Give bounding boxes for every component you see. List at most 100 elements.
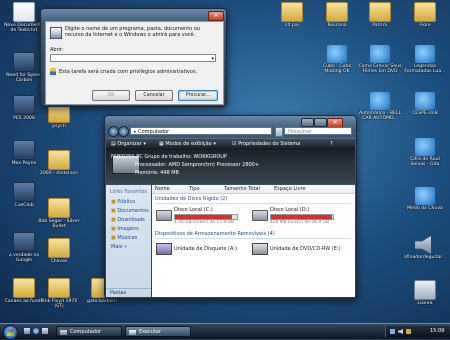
folder-icon bbox=[48, 198, 70, 218]
minimize-button[interactable] bbox=[301, 118, 314, 127]
drive-c[interactable]: Disco Local (C:) 1,35 GB livre(s) de 17,… bbox=[156, 207, 244, 227]
speaker-icon bbox=[415, 236, 431, 254]
drive-a-name: Unidade de Disquete (A:) bbox=[174, 246, 237, 252]
tray-app-icon[interactable] bbox=[406, 329, 411, 334]
internet-shortcut-icon bbox=[415, 138, 435, 156]
favorite-item-documentos[interactable]: ■ Documentos bbox=[111, 208, 149, 214]
chevron-right-icon: » bbox=[123, 244, 128, 250]
navigation-pane: Links Favoritos ■ Público ■ Documentos ■… bbox=[106, 185, 151, 297]
system-properties-button[interactable]: ☑ Propriedades do Sistema bbox=[232, 141, 300, 147]
desktop-icon-rossana[interactable]: Rossana bbox=[315, 2, 359, 28]
desktop-icon-bell-car[interactable]: Automático - BELL CAR AUTOMO... bbox=[358, 92, 402, 122]
group-divider bbox=[155, 203, 351, 204]
volume-icon[interactable] bbox=[398, 329, 403, 334]
run-dialog: ✕ Digite o nome de um programa, pasta, d… bbox=[40, 8, 227, 107]
browse-button[interactable]: Procurar... bbox=[178, 90, 218, 101]
open-label: Abrir: bbox=[50, 47, 64, 53]
desktop-icon-anderson[interactable]: 2000 - Anderson bbox=[37, 150, 81, 176]
run-dialog-body: Digite o nome de um programa, pasta, doc… bbox=[45, 21, 224, 105]
network-icon[interactable] bbox=[390, 329, 395, 334]
switch-windows-icon[interactable] bbox=[42, 328, 48, 334]
forward-button[interactable]: › bbox=[118, 126, 129, 137]
favorite-item-publico[interactable]: ■ Público bbox=[111, 199, 135, 205]
search-input[interactable]: Pesquisar bbox=[284, 127, 352, 135]
desktop-icon-pink-floyd[interactable]: Pink Floyd 1970 (ST) bbox=[37, 278, 81, 310]
taskbar-button-computador[interactable]: Computador bbox=[56, 326, 122, 337]
desktop-icon-cubo[interactable]: Cubo - Cubo Missing OK bbox=[315, 45, 359, 75]
folder-icon bbox=[13, 278, 35, 298]
drive-d-name: Disco Local (D:) bbox=[270, 207, 310, 213]
desktop-icon-afinador[interactable]: afinadordeguitar... bbox=[403, 236, 447, 260]
maximize-button[interactable] bbox=[314, 118, 327, 127]
address-text: Computador bbox=[138, 129, 170, 135]
drive-c-info: 1,35 GB livre(s) de 17,9 GB bbox=[174, 220, 235, 225]
desktop-icon-raul-seixas[interactable]: Cifra de Raul Seixas - Gita bbox=[403, 138, 447, 168]
favorite-item-musicas[interactable]: ■ Músicas bbox=[111, 235, 137, 241]
close-button[interactable]: ✕ bbox=[208, 11, 224, 21]
desktop-icon-chaves[interactable]: Chaves bbox=[37, 238, 81, 264]
internet-shortcut-icon bbox=[370, 92, 390, 110]
desktop-icon-legendas[interactable]: Legendas Formatadas Lua... bbox=[403, 45, 447, 75]
admin-note: Esta tarefa será criada com privilégios … bbox=[59, 69, 198, 75]
drive-e-name: Unidade de DVD/CD-RW (E:) bbox=[270, 246, 341, 252]
command-bar: ▤ Organizar ▾ ▦ Modos de exibição ▾ ☑ Pr… bbox=[106, 138, 355, 150]
internet-shortcut-icon bbox=[327, 45, 347, 63]
desktop-icon-lixeira[interactable]: Lixeira bbox=[403, 280, 447, 306]
desktop-icon-cd-pai[interactable]: cd pai bbox=[270, 2, 314, 28]
desktop-icon-cespe[interactable]: CESPE-UnB bbox=[403, 92, 447, 116]
ok-button[interactable]: OK bbox=[92, 90, 130, 101]
chevron-down-icon[interactable]: ▾ bbox=[211, 55, 214, 63]
run-description: Digite o nome de um programa, pasta, doc… bbox=[65, 26, 201, 38]
address-bar[interactable]: ▸ Computador bbox=[130, 127, 272, 135]
ie-quick-launch-icon[interactable] bbox=[33, 328, 39, 334]
drive-d-info: 426 MB livre(s) de 56,9 GB bbox=[270, 220, 329, 225]
clock[interactable]: 15:09 bbox=[430, 328, 444, 334]
column-total-size[interactable]: Tamanho Total bbox=[224, 186, 260, 192]
favorite-item-imagens[interactable]: ■ Imagens bbox=[111, 226, 139, 232]
memory-info: Memória: 448 MB bbox=[135, 170, 179, 176]
drive-c-name: Disco Local (C:) bbox=[174, 207, 213, 213]
internet-shortcut-icon bbox=[415, 187, 435, 205]
organize-menu[interactable]: ▤ Organizar ▾ bbox=[111, 141, 146, 147]
drive-e[interactable]: Unidade de DVD/CD-RW (E:) bbox=[252, 242, 352, 256]
views-menu[interactable]: ▦ Modos de exibição ▾ bbox=[159, 141, 216, 147]
hdd-group-header[interactable]: Unidades de Disco Rígido (2) bbox=[155, 196, 227, 202]
show-desktop-icon[interactable] bbox=[24, 328, 30, 334]
drive-a[interactable]: Unidade de Disquete (A:) bbox=[156, 242, 246, 256]
drive-d[interactable]: Disco Local (D:) 426 MB livre(s) de 56,9… bbox=[252, 207, 352, 227]
favorite-item-downloads[interactable]: ■ Downloads bbox=[111, 217, 145, 223]
taskbar: Computador Executar 15:09 bbox=[0, 323, 450, 340]
recycle-bin-icon bbox=[414, 280, 436, 300]
internet-shortcut-icon bbox=[370, 45, 390, 63]
text-file-icon bbox=[13, 2, 35, 22]
desktop-icon-medo-chuva[interactable]: Medo da Chuva bbox=[403, 187, 447, 211]
desktop-icon-flore[interactable]: Flore bbox=[403, 2, 447, 28]
internet-shortcut-icon bbox=[415, 45, 435, 63]
help-button[interactable]: ? bbox=[330, 141, 333, 147]
game-icon bbox=[13, 140, 35, 160]
cancel-button[interactable]: Cancelar bbox=[135, 90, 173, 101]
desktop-icon-bob-seger[interactable]: Bob Seger - Silver Bullet bbox=[37, 198, 81, 230]
game-icon bbox=[13, 52, 35, 72]
folder-icon bbox=[414, 2, 436, 22]
removable-group-header[interactable]: Dispositivos de Armazenamento Removíveis… bbox=[155, 231, 275, 237]
folder-icon bbox=[48, 150, 70, 170]
system-tray: 15:09 bbox=[385, 326, 449, 337]
folders-toggle[interactable]: Pastas bbox=[106, 288, 151, 297]
processor-info: Processador: AMD Sempron(tm) Processor 2… bbox=[135, 162, 260, 168]
desktop-icon-gravar-dvd[interactable]: Como Gravar Seus Filmes Em DVD bbox=[358, 45, 402, 75]
open-field[interactable]: ▾ bbox=[50, 54, 216, 62]
column-free-space[interactable]: Espaço Livre bbox=[274, 186, 306, 192]
game-icon bbox=[13, 95, 35, 115]
column-name[interactable]: Nome bbox=[155, 186, 170, 192]
floppy-drive-icon bbox=[156, 243, 172, 255]
video-icon bbox=[13, 232, 35, 252]
favorites-more-link[interactable]: Mais » bbox=[111, 244, 127, 250]
desktop-icon-patrick[interactable]: Patrick bbox=[358, 2, 402, 28]
column-type[interactable]: Tipo bbox=[189, 186, 200, 192]
taskbar-button-executar[interactable]: Executar bbox=[125, 326, 191, 337]
hard-drive-icon bbox=[156, 210, 172, 221]
refresh-button[interactable] bbox=[275, 127, 283, 137]
column-header-row: Nome Tipo Tamanho Total Espaço Livre bbox=[152, 185, 355, 194]
folder-icon bbox=[48, 238, 70, 258]
